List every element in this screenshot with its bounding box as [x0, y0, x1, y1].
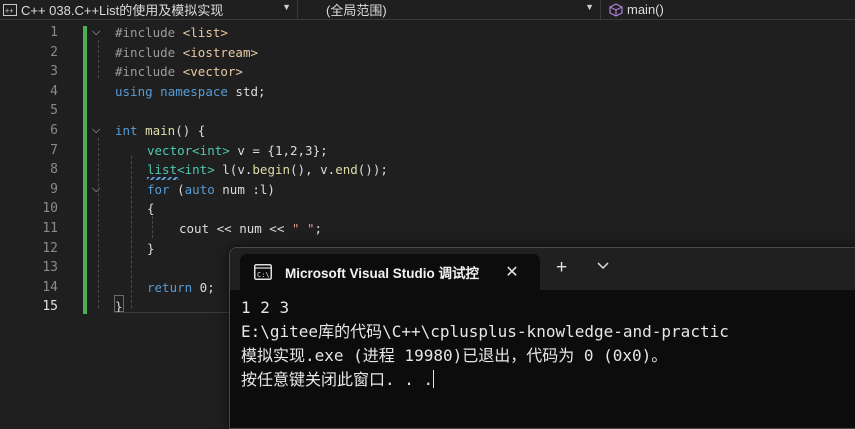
fold-guide: [98, 138, 99, 308]
line-number: 3: [50, 64, 58, 80]
fold-guide: [98, 40, 99, 78]
terminal-icon: C:\: [254, 264, 272, 280]
close-icon[interactable]: ✕: [502, 262, 522, 282]
fold-chevron-icon[interactable]: ⌵: [92, 124, 104, 136]
code-line: list<int> l(v.begin(), v.end());: [147, 162, 388, 178]
line-number: 12: [42, 240, 58, 256]
console-tab-bar: C:\ Microsoft Visual Studio 调试控 ✕ +: [230, 248, 855, 290]
chevron-down-icon: ▼: [585, 2, 594, 12]
indent-guide: [152, 216, 153, 238]
project-dropdown[interactable]: ++ C++ 038.C++List的使用及模拟实现 ▼: [0, 0, 298, 19]
change-indicator-bar: [83, 26, 87, 314]
code-line: {: [147, 201, 155, 217]
code-line: vector<int> v = {1,2,3};: [147, 142, 328, 158]
tab-title: Microsoft Visual Studio 调试控: [285, 266, 480, 281]
project-name: C++ 038.C++List的使用及模拟实现: [21, 3, 224, 18]
svg-text:++: ++: [5, 7, 13, 15]
svg-text:C:\: C:\: [257, 271, 270, 279]
console-tab[interactable]: C:\ Microsoft Visual Studio 调试控 ✕: [240, 254, 540, 290]
cube-icon: [609, 2, 623, 17]
indent-guide: [131, 156, 132, 308]
debug-console-window[interactable]: C:\ Microsoft Visual Studio 调试控 ✕ + 1 2 …: [229, 247, 855, 429]
text-cursor: [433, 370, 435, 388]
code-line: cout << num << " ";: [179, 221, 322, 236]
line-number-current: 15: [42, 299, 58, 315]
scope-dropdown[interactable]: (全局范围) ▼: [298, 0, 601, 19]
code-line: }: [147, 240, 155, 256]
line-number: 11: [42, 221, 58, 236]
member-name: main(): [627, 2, 664, 17]
line-number: 4: [50, 83, 58, 99]
console-output-line: 按任意键关闭此窗口. . .: [241, 370, 435, 389]
line-number: 9: [50, 181, 58, 197]
code-line-current: }: [115, 299, 123, 315]
line-number: 7: [50, 142, 58, 158]
navigation-bar: ++ C++ 038.C++List的使用及模拟实现 ▼ (全局范围) ▼ ma…: [0, 0, 855, 20]
scope-label: (全局范围): [326, 3, 387, 18]
console-output-line: E:\gitee库的代码\C++\cplusplus-knowledge-and…: [241, 322, 729, 341]
code-line: #include <vector>: [115, 64, 243, 80]
code-line: for (auto num :l): [147, 181, 275, 197]
code-line: return 0;: [147, 279, 215, 295]
code-line: int main() {: [115, 123, 206, 138]
line-number: 13: [42, 260, 58, 276]
code-line: #include <iostream>: [115, 44, 259, 60]
line-number: 5: [50, 103, 58, 119]
line-number: 8: [50, 162, 58, 178]
line-number: 1: [50, 25, 58, 40]
line-number: 2: [50, 44, 58, 60]
code-line: #include <list>: [115, 25, 228, 40]
line-number: 14: [42, 279, 58, 295]
console-output-line: 模拟实现.exe (进程 19980)已退出，代码为 0 (0x0)。: [241, 346, 668, 365]
new-tab-button[interactable]: +: [556, 257, 567, 279]
fold-chevron-icon[interactable]: ⌵: [92, 26, 104, 38]
member-dropdown[interactable]: main(): [601, 0, 855, 19]
chevron-down-icon: ▼: [282, 2, 291, 12]
project-icon: ++: [3, 3, 17, 16]
line-number: 10: [42, 201, 58, 217]
line-number: 6: [50, 123, 58, 138]
console-output-line: 1 2 3: [241, 298, 290, 317]
code-line: using namespace std;: [115, 83, 266, 99]
chevron-down-icon[interactable]: [596, 261, 610, 271]
